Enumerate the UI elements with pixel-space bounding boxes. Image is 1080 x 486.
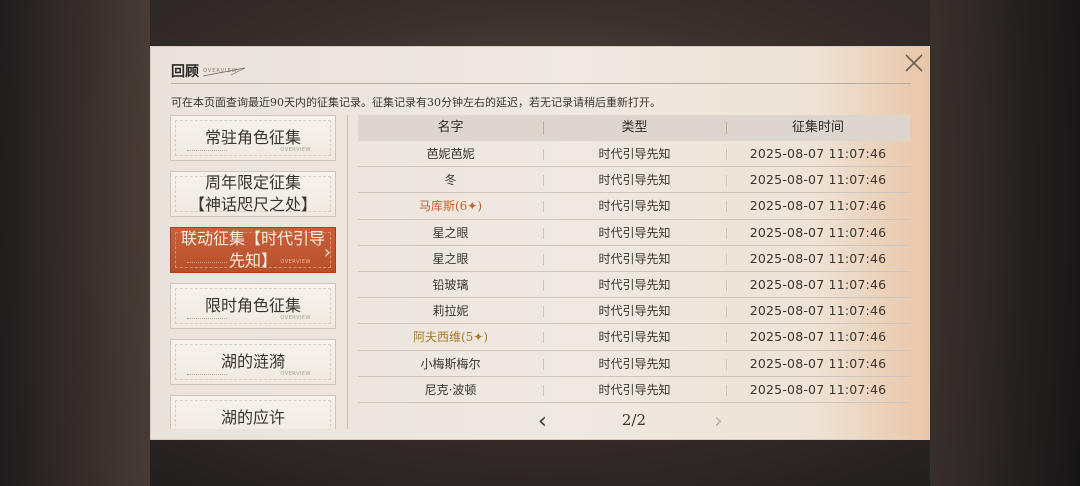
table-row: 星之眼 时代引导先知 2025-08-07 11:07:46 [358,246,910,272]
cell-type: 时代引导先知 [598,277,671,292]
cell-name: 马库斯(6✦) [418,199,483,214]
table-row: 马库斯(6✦) 时代引导先知 2025-08-07 11:07:46 [358,193,910,220]
sidebar-item-standard[interactable]: 常驻角色征集 OVERVIEW [170,115,336,161]
chevron-right-icon: › [323,242,331,263]
close-icon [905,54,923,72]
cell-type: 时代引导先知 [598,304,671,319]
table-row: 莉拉妮 时代引导先知 2025-08-07 11:07:46 [358,298,910,325]
cell-time: 2025-08-07 11:07:46 [749,250,887,266]
cell-name: 莉拉妮 [432,304,469,319]
cell-name: 冬 [444,173,457,188]
dialog-title-sub: OVERVIEW [203,68,238,74]
pagination: ‹ 2/2 › [358,407,910,435]
cell-name: 阿夫西维(5✦) [412,330,489,345]
column-header-type: 类型 [621,120,648,135]
cell-type: 时代引导先知 [598,199,671,214]
cell-time: 2025-08-07 11:07:46 [749,329,887,345]
sidebar-item-label: 常驻角色征集 [204,128,301,147]
close-button[interactable] [903,52,925,74]
sidebar-item-anniversary[interactable]: 周年限定征集 【神话咫尺之处】 [170,171,336,217]
cell-type: 时代引导先知 [598,147,671,161]
sidebar-item-collab[interactable]: 联动征集【时代引导 先知】 OVERVIEW › [170,227,336,273]
table-row: 星之眼 时代引导先知 2025-08-07 11:07:46 [358,220,910,246]
chevron-right-icon[interactable]: › [714,409,723,434]
dialog-title: 回顾 [171,64,199,80]
background-left [0,0,150,486]
sidebar-item-tag: OVERVIEW [280,371,311,377]
cell-time: 2025-08-07 11:07:46 [749,198,887,214]
cell-time: 2025-08-07 11:07:46 [749,303,887,319]
table-row: 小梅斯梅尔 时代引导先知 2025-08-07 11:07:46 [358,351,910,377]
cell-type: 时代引导先知 [598,330,671,345]
cell-time: 2025-08-07 11:07:46 [749,276,887,292]
cell-time: 2025-08-07 11:07:46 [749,224,887,240]
cell-type: 时代引导先知 [598,382,671,397]
cell-time: 2025-08-07 11:07:46 [749,355,887,371]
cell-name: 芭妮芭妮 [426,147,475,161]
sidebar-item-tag: OVERVIEW [280,315,311,321]
table-header: 名字 类型 征集时间 [358,115,910,141]
cell-name: 尼克·波顿 [424,382,477,397]
table-row: 阿夫西维(5✦) 时代引导先知 2025-08-07 11:07:46 [358,324,910,351]
table-row: 冬 时代引导先知 2025-08-07 11:07:46 [358,167,910,194]
cell-name: 星之眼 [432,251,469,266]
chevron-left-icon[interactable]: ‹ [538,409,547,434]
sidebar-divider [347,115,348,429]
title-divider [171,83,911,84]
cell-type: 时代引导先知 [598,251,671,266]
cell-name: 星之眼 [432,225,469,240]
background-right [930,0,1080,486]
page-indicator: 2/2 [621,411,647,429]
table-row: 芭妮芭妮 时代引导先知 2025-08-07 11:07:46 [358,141,910,168]
sidebar-item-limited[interactable]: 限时角色征集 OVERVIEW [170,283,336,329]
sidebar-item-tag: OVERVIEW [280,259,311,265]
sidebar-item-lake-ripples[interactable]: 湖的涟漪 OVERVIEW [170,339,336,385]
banner-sidebar: 常驻角色征集 OVERVIEW 周年限定征集 【神话咫尺之处】 联动征集【时代引… [170,115,338,429]
sidebar-item-label: 周年限定征集 【神话咫尺之处】 [188,173,317,214]
cell-time: 2025-08-07 11:07:46 [749,381,887,397]
table-row: 铅玻璃 时代引导先知 2025-08-07 11:07:46 [358,272,910,299]
sidebar-item-label: 湖的涟漪 [220,352,285,371]
cell-type: 时代引导先知 [598,173,671,188]
sidebar-item-tag: OVERVIEW [280,147,311,153]
dialog-description: 可在本页面查询最近90天内的征集记录。征集记录有30分钟左右的延迟，若无记录请稍… [171,96,661,109]
table-row: 尼克·波顿 时代引导先知 2025-08-07 11:07:46 [358,377,910,403]
sidebar-item-label: 湖的应许 [220,408,285,427]
column-header-name: 名字 [437,120,464,135]
cell-name: 小梅斯梅尔 [420,356,481,371]
column-header-time: 征集时间 [791,120,844,135]
sidebar-item-lake-promise[interactable]: 湖的应许 [170,395,336,429]
cell-type: 时代引导先知 [598,225,671,240]
cell-time: 2025-08-07 11:07:46 [749,146,887,161]
sidebar-item-label: 联动征集【时代引导 先知】 [180,229,325,270]
cell-name: 铅玻璃 [432,277,469,292]
sidebar-item-label: 限时角色征集 [204,296,301,315]
cell-type: 时代引导先知 [598,356,671,371]
overview-dialog: 回顾 OVERVIEW 可在本页面查询最近90天内的征集记录。征集记录有30分钟… [150,46,930,440]
records-table: 名字 类型 征集时间 芭妮芭妮 时代引导先知 2025-08-07 11:07:46… [358,115,910,403]
table-body: 芭妮芭妮 时代引导先知 2025-08-07 11:07:46 冬时代引导先知 2025… [358,141,910,403]
cell-time: 2025-08-07 11:07:46 [749,172,887,188]
